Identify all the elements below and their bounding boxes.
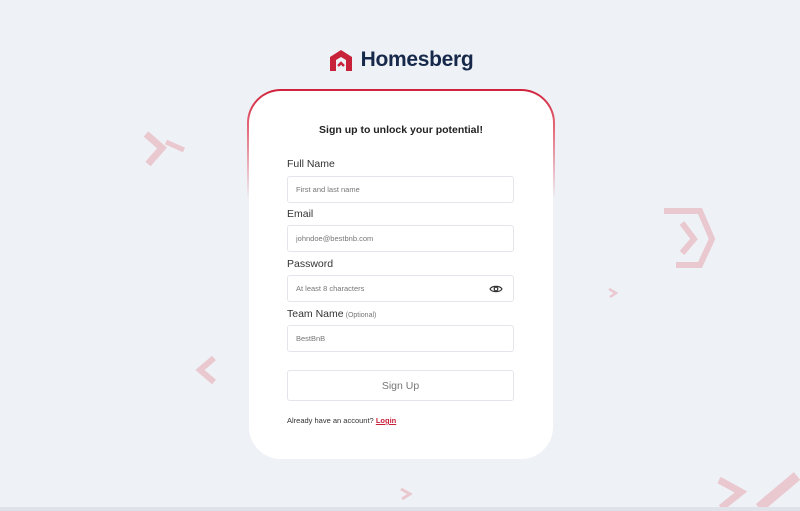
email-label: Email — [287, 208, 314, 220]
password-label: Password — [287, 258, 334, 270]
team-name-label: Team Name (Optional) — [287, 308, 376, 320]
email-field-container — [287, 225, 514, 252]
signup-card: Sign up to unlock your potential! Full N… — [249, 91, 553, 459]
signup-page: Homesberg Sign up to unlock your potenti… — [0, 0, 800, 511]
decorative-chevron-icon — [143, 131, 186, 167]
email-input[interactable] — [296, 234, 486, 243]
decorative-chevron-icon — [755, 472, 800, 511]
decorative-chevron-icon — [608, 287, 619, 299]
decorative-chevron-icon — [717, 476, 748, 511]
team-name-label-text: Team Name — [287, 308, 344, 320]
login-link[interactable]: Login — [376, 416, 396, 425]
password-input[interactable] — [296, 284, 486, 293]
eye-icon[interactable] — [489, 284, 503, 294]
bottom-scroll-strip — [0, 507, 800, 511]
password-field-container — [287, 275, 514, 302]
team-name-field-container — [287, 325, 514, 352]
decorative-chevron-icon — [664, 208, 716, 268]
sign-up-button[interactable]: Sign Up — [287, 370, 514, 401]
login-prompt-text: Already have an account? — [287, 416, 374, 425]
full-name-label: Full Name — [287, 158, 335, 170]
full-name-field-container — [287, 176, 514, 203]
full-name-input[interactable] — [296, 185, 486, 194]
brand-name: Homesberg — [360, 48, 474, 71]
house-chevron-logo-icon — [329, 50, 352, 71]
decorative-chevron-icon — [195, 355, 216, 385]
form-heading: Sign up to unlock your potential! — [319, 124, 483, 136]
optional-note: (Optional) — [345, 312, 377, 319]
login-prompt-row: Already have an account? Login — [287, 416, 396, 425]
decorative-chevron-icon — [400, 487, 413, 501]
team-name-input[interactable] — [296, 334, 486, 343]
brand-header: Homesberg — [0, 48, 800, 72]
